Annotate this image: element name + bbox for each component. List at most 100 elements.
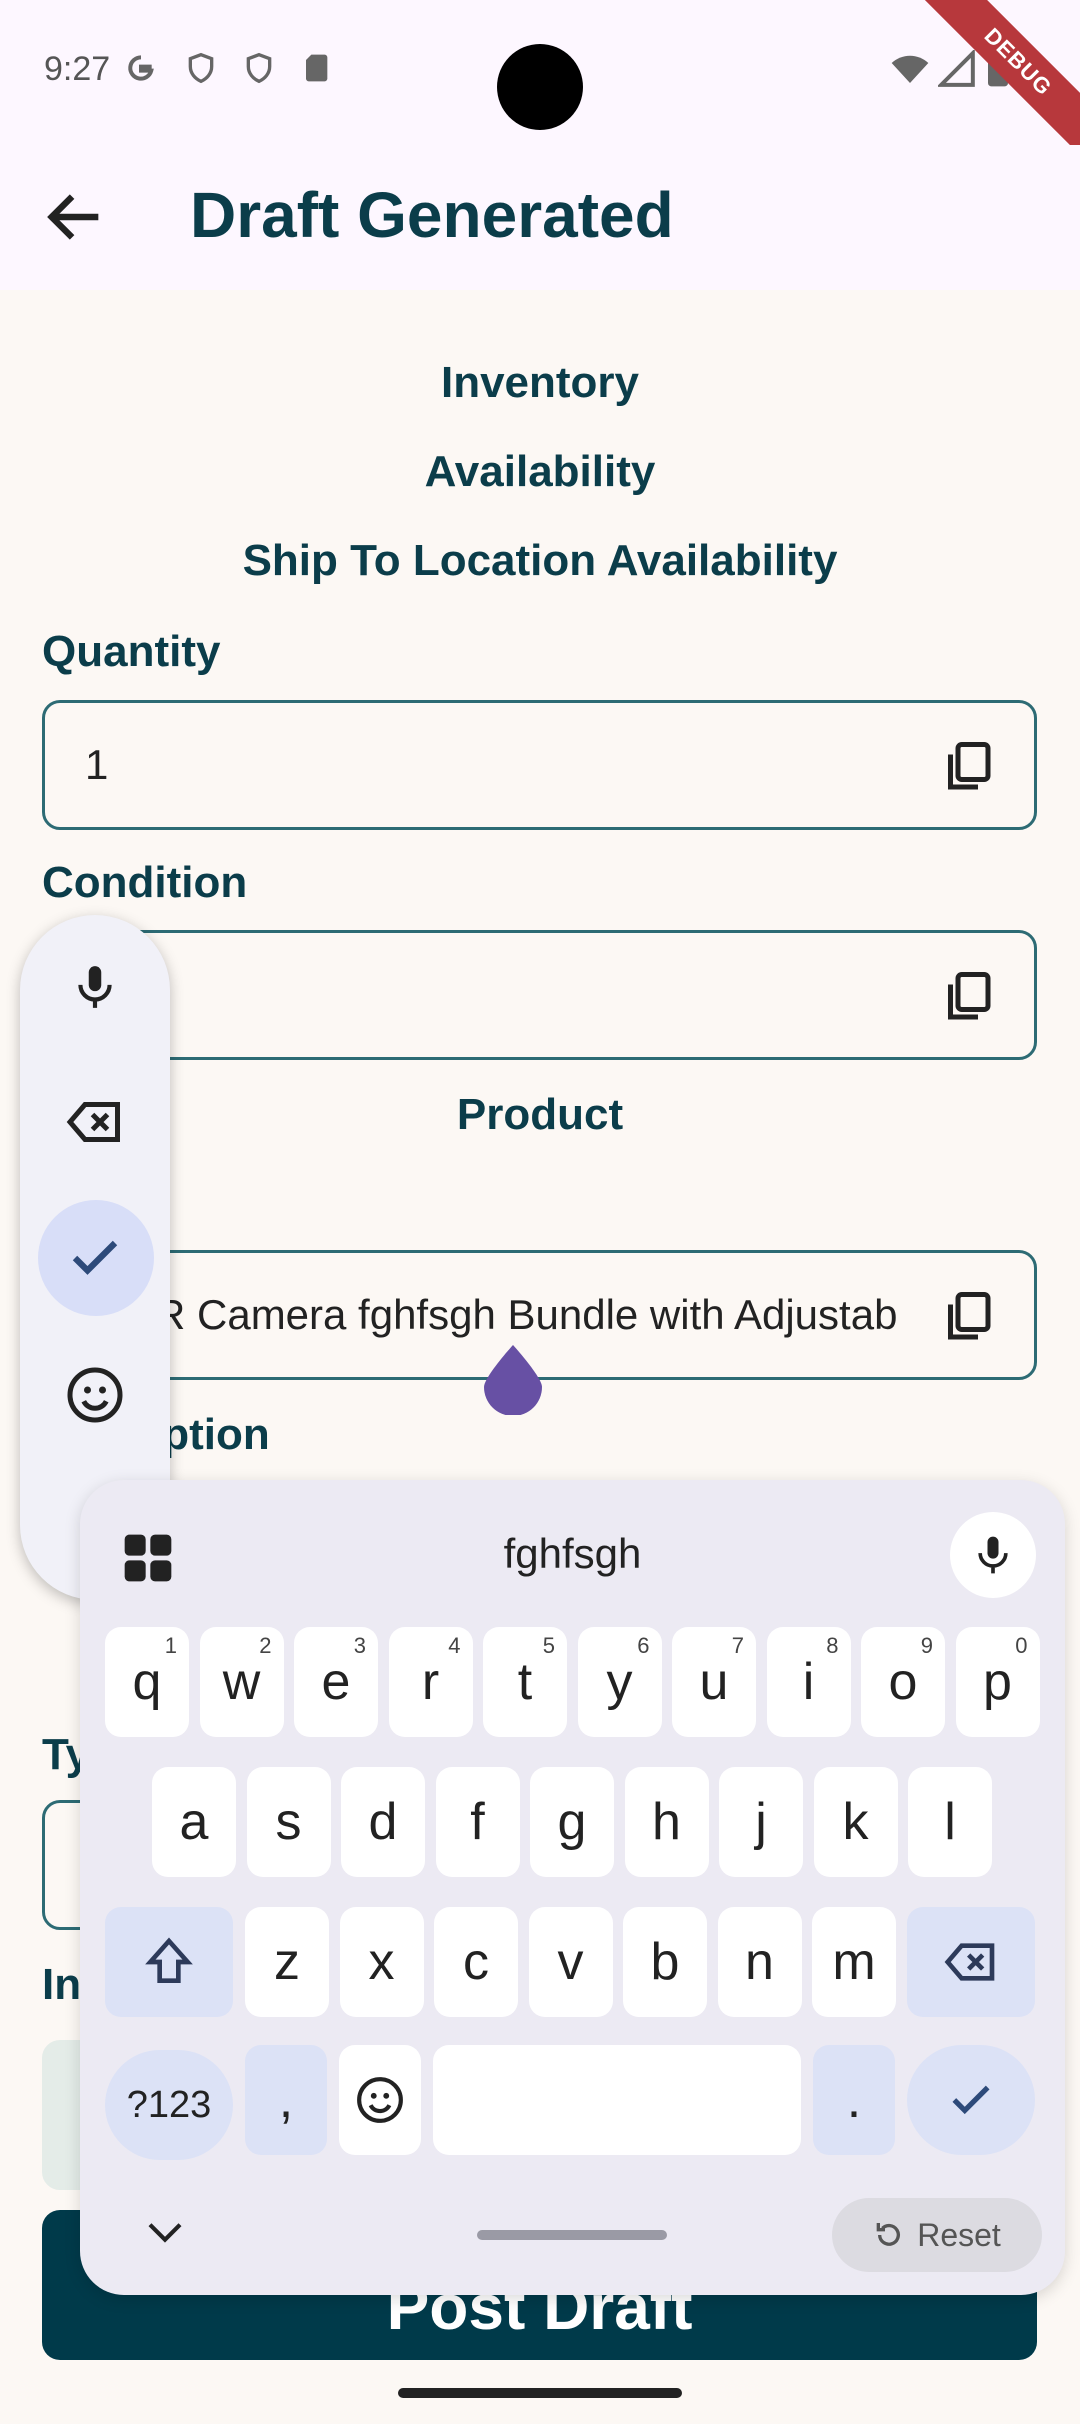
key-s-label: s xyxy=(275,1793,302,1851)
key-k[interactable]: k xyxy=(813,1767,898,1877)
quantity-field[interactable]: 1 xyxy=(42,700,1037,830)
section-title-availability: Availability xyxy=(424,447,656,496)
key-b[interactable]: b xyxy=(623,1907,707,2017)
key-v[interactable]: v xyxy=(528,1907,613,2017)
done-key[interactable] xyxy=(907,2045,1035,2155)
cursor-handle[interactable] xyxy=(484,1345,542,1415)
key-e[interactable]: e3 xyxy=(294,1627,378,1737)
key-i-label: i xyxy=(802,1653,815,1711)
shield-icon xyxy=(246,52,272,84)
key-u-label: u xyxy=(699,1653,729,1711)
chevron-down-icon[interactable] xyxy=(145,2218,185,2248)
sd-card-icon xyxy=(306,54,328,82)
key-a[interactable]: a xyxy=(152,1767,236,1877)
section-title-ship-to: Ship To Location Availability xyxy=(242,536,838,585)
title-value: R Camera fghfsgh Bundle with Adjustab xyxy=(155,1291,898,1338)
reset-button[interactable]: Reset xyxy=(832,2198,1042,2272)
key-y[interactable]: y6 xyxy=(577,1627,662,1737)
shift-key[interactable] xyxy=(105,1907,233,2017)
status-time: 9:27 xyxy=(44,50,111,88)
suggestion-word[interactable]: fghfsgh xyxy=(80,1530,1065,1578)
key-p-label: p xyxy=(983,1653,1012,1711)
key-q-label: q xyxy=(132,1653,162,1711)
key-e-hint: 3 xyxy=(353,1633,366,1658)
page-title: Draft Generated xyxy=(190,179,674,251)
key-k-label: k xyxy=(842,1793,869,1851)
quantity-label: Quantity xyxy=(42,627,221,676)
camera-cutout xyxy=(497,44,583,130)
key-v-label: v xyxy=(557,1933,584,1991)
shift-icon xyxy=(145,1937,193,1983)
microphone-icon[interactable] xyxy=(53,945,137,1029)
condition-label: Condition xyxy=(42,858,248,907)
voice-input-button[interactable] xyxy=(950,1512,1036,1598)
backspace-icon[interactable] xyxy=(53,1080,137,1164)
key-t-hint: 5 xyxy=(542,1633,555,1658)
key-b-label: b xyxy=(650,1933,680,1991)
condition-field[interactable] xyxy=(42,930,1037,1060)
key-i[interactable]: i8 xyxy=(766,1627,851,1737)
comma-key[interactable]: , xyxy=(245,2045,327,2155)
key-p[interactable]: p0 xyxy=(955,1627,1040,1737)
item-specifics-label: In xyxy=(42,1960,82,2009)
backspace-key[interactable] xyxy=(907,1907,1035,2017)
key-m[interactable]: m xyxy=(812,1907,896,2017)
key-x[interactable]: x xyxy=(339,1907,424,2017)
key-d-label: d xyxy=(368,1793,398,1851)
reset-label: Reset xyxy=(917,2216,1001,2253)
refresh-icon xyxy=(876,2223,901,2246)
copy-icon[interactable] xyxy=(938,1287,998,1347)
key-w-hint: 2 xyxy=(259,1633,272,1658)
google-icon xyxy=(128,55,154,81)
shield-icon xyxy=(188,52,214,84)
key-l[interactable]: l xyxy=(908,1767,992,1877)
key-c[interactable]: c xyxy=(434,1907,518,2017)
key-g[interactable]: g xyxy=(530,1767,614,1877)
space-key[interactable] xyxy=(433,2045,801,2155)
key-a-label: a xyxy=(179,1793,209,1851)
key-w[interactable]: w2 xyxy=(199,1627,284,1737)
key-y-hint: 6 xyxy=(637,1633,650,1658)
key-l-label: l xyxy=(944,1793,956,1851)
key-t-label: t xyxy=(517,1653,533,1711)
key-d[interactable]: d xyxy=(341,1767,425,1877)
wifi-icon xyxy=(891,55,929,83)
key-z-label: z xyxy=(274,1933,300,1991)
key-o[interactable]: o9 xyxy=(861,1627,945,1737)
key-u[interactable]: u7 xyxy=(672,1627,756,1737)
key-q-hint: 1 xyxy=(164,1633,177,1658)
back-arrow-icon[interactable] xyxy=(40,182,110,252)
key-z[interactable]: z xyxy=(245,1907,329,2017)
key-o-label: o xyxy=(888,1653,918,1711)
key-w-label: w xyxy=(222,1653,261,1711)
symbols-key[interactable]: ?123 xyxy=(105,2050,233,2160)
key-t[interactable]: t5 xyxy=(483,1627,567,1737)
key-r[interactable]: r4 xyxy=(388,1627,473,1737)
section-title-inventory: Inventory xyxy=(440,358,640,407)
period-key[interactable]: . xyxy=(813,2045,895,2155)
key-r-hint: 4 xyxy=(448,1633,461,1658)
microphone-icon xyxy=(978,1536,1008,1574)
key-u-hint: 7 xyxy=(731,1633,744,1658)
key-r-label: r xyxy=(421,1653,440,1711)
key-n[interactable]: n xyxy=(717,1907,802,2017)
key-i-hint: 8 xyxy=(826,1633,839,1658)
key-s[interactable]: s xyxy=(246,1767,331,1877)
check-icon[interactable] xyxy=(53,1216,137,1300)
key-p-hint: 0 xyxy=(1015,1633,1028,1658)
key-q[interactable]: q1 xyxy=(105,1627,189,1737)
key-f-label: f xyxy=(470,1793,485,1851)
home-indicator xyxy=(398,2388,682,2398)
keyboard-drag-handle[interactable] xyxy=(477,2230,667,2240)
key-j[interactable]: j xyxy=(719,1767,803,1877)
key-y-label: y xyxy=(606,1653,633,1711)
copy-icon[interactable] xyxy=(938,737,998,797)
key-h[interactable]: h xyxy=(624,1767,709,1877)
emoji-key[interactable] xyxy=(339,2045,421,2155)
key-x-label: x xyxy=(368,1933,395,1991)
check-icon xyxy=(952,2085,990,2115)
copy-icon[interactable] xyxy=(938,967,998,1027)
key-f[interactable]: f xyxy=(435,1767,520,1877)
emoji-icon[interactable] xyxy=(53,1353,137,1437)
emoji-icon xyxy=(357,2077,403,2123)
